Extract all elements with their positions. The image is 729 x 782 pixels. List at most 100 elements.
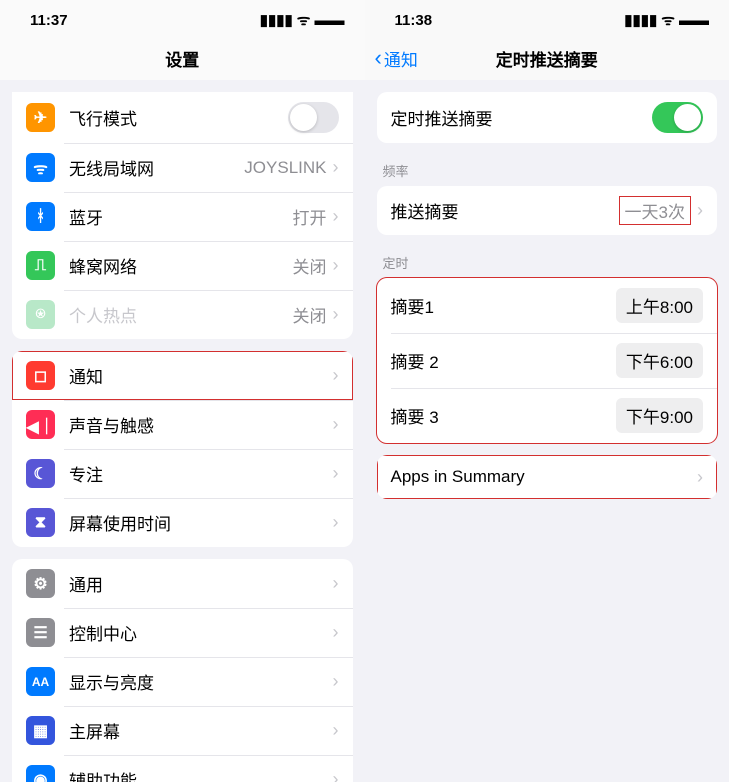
cell-value: 打开: [293, 204, 327, 229]
nav-title: 设置: [165, 46, 199, 71]
wifi-icon: ᯤ: [661, 10, 675, 30]
time-value[interactable]: 下午9:00: [616, 398, 703, 433]
sound-icon: ◀︎｜: [26, 410, 55, 439]
cell-label: 蓝牙: [69, 204, 293, 229]
summary-toggle-section: 定时推送摘要: [365, 92, 729, 143]
back-button[interactable]: ‹ 通知: [375, 46, 418, 71]
hotspot-icon: ⍟: [26, 300, 55, 329]
control-center-icon: ☰: [26, 618, 55, 647]
chevron-left-icon: ‹: [375, 47, 382, 69]
battery-icon: ▬▬: [679, 12, 709, 29]
cell-value: JOYSLINK: [244, 158, 326, 178]
chevron-right-icon: ›: [333, 304, 339, 325]
cell-accessibility[interactable]: ◉ 辅助功能 ›: [12, 755, 353, 782]
cell-label: 声音与触感: [69, 412, 333, 437]
airplane-icon: ✈: [26, 103, 55, 132]
status-time: 11:37: [30, 12, 68, 29]
scheduled-summary-screen: 11:38 ▮▮▮▮ ᯤ ▬▬ ‹ 通知 定时推送摘要 定时推送摘要 频率 推送…: [365, 0, 729, 782]
cell-label: 摘要 2: [391, 348, 616, 373]
chevron-right-icon: ›: [333, 463, 339, 484]
wifi-icon: ᯤ: [26, 153, 55, 182]
cell-label: 通知: [69, 363, 333, 388]
wifi-icon: ᯤ: [297, 10, 311, 30]
settings-group-attention: ◻ 通知 › ◀︎｜ 声音与触感 › ☾ 专注 › ⧗ 屏幕使用时间 ›: [0, 351, 365, 547]
bluetooth-icon: ᚼ: [26, 202, 55, 231]
cell-value: 关闭: [293, 302, 327, 327]
cell-notifications[interactable]: ◻ 通知 ›: [12, 351, 353, 400]
cell-general[interactable]: ⚙ 通用 ›: [12, 559, 353, 608]
battery-icon: ▬▬: [315, 12, 345, 29]
cell-label: 蜂窝网络: [69, 253, 293, 278]
frequency-value: 一天3次: [619, 196, 691, 225]
cell-apps-in-summary[interactable]: Apps in Summary ›: [377, 455, 718, 499]
cell-wifi[interactable]: ᯤ 无线局域网 JOYSLINK ›: [12, 143, 353, 192]
cell-label: 显示与亮度: [69, 669, 333, 694]
frequency-section: 频率 推送摘要 一天3次 ›: [365, 155, 729, 235]
status-indicators: ▮▮▮▮ ᯤ ▬▬: [260, 10, 345, 30]
schedule-section: 定时 摘要1 上午8:00 摘要 2 下午6:00 摘要 3 下午9:00: [365, 247, 729, 443]
cell-label: 定时推送摘要: [391, 105, 653, 130]
cell-airplane-mode[interactable]: ✈ 飞行模式: [12, 92, 353, 143]
settings-screen: 11:37 ▮▮▮▮ ᯤ ▬▬ 设置 ✈ 飞行模式 ᯤ 无线局域网 JOYSLI…: [0, 0, 365, 782]
cell-cellular[interactable]: ⎍ 蜂窝网络 关闭 ›: [12, 241, 353, 290]
accessibility-icon: ◉: [26, 765, 55, 782]
signal-icon: ▮▮▮▮: [260, 11, 293, 29]
chevron-right-icon: ›: [333, 769, 339, 782]
cell-label: 主屏幕: [69, 718, 333, 743]
cell-group: ⚙ 通用 › ☰ 控制中心 › AA 显示与亮度 › ▦ 主屏幕 › ◉ 辅助功: [12, 559, 353, 782]
status-bar: 11:37 ▮▮▮▮ ᯤ ▬▬: [0, 0, 365, 36]
time-value[interactable]: 下午6:00: [616, 343, 703, 378]
cell-label: 屏幕使用时间: [69, 510, 333, 535]
cell-bluetooth[interactable]: ᚼ 蓝牙 打开 ›: [12, 192, 353, 241]
schedule-group: 摘要1 上午8:00 摘要 2 下午6:00 摘要 3 下午9:00: [377, 278, 718, 443]
chevron-right-icon: ›: [333, 414, 339, 435]
cell-display[interactable]: AA 显示与亮度 ›: [12, 657, 353, 706]
cell-label: 控制中心: [69, 620, 333, 645]
cell-focus[interactable]: ☾ 专注 ›: [12, 449, 353, 498]
nav-title: 定时推送摘要: [496, 46, 598, 71]
cell-label: 辅助功能: [69, 767, 333, 782]
cell-group: ✈ 飞行模式 ᯤ 无线局域网 JOYSLINK › ᚼ 蓝牙 打开 › ⎍ 蜂窝…: [12, 92, 353, 339]
home-screen-icon: ▦: [26, 716, 55, 745]
gear-icon: ⚙: [26, 569, 55, 598]
cell-control-center[interactable]: ☰ 控制中心 ›: [12, 608, 353, 657]
chevron-right-icon: ›: [697, 467, 703, 488]
cell-group: Apps in Summary ›: [377, 455, 718, 499]
summary-toggle[interactable]: [652, 102, 703, 133]
screentime-icon: ⧗: [26, 508, 55, 537]
cell-schedule-2[interactable]: 摘要 2 下午6:00: [377, 333, 718, 388]
cell-sound[interactable]: ◀︎｜ 声音与触感 ›: [12, 400, 353, 449]
status-bar: 11:38 ▮▮▮▮ ᯤ ▬▬: [365, 0, 729, 36]
chevron-right-icon: ›: [333, 671, 339, 692]
cell-frequency[interactable]: 推送摘要 一天3次 ›: [377, 186, 718, 235]
cell-label: 个人热点: [69, 302, 293, 327]
cell-group: 推送摘要 一天3次 ›: [377, 186, 718, 235]
cell-label: 通用: [69, 571, 333, 596]
chevron-right-icon: ›: [333, 720, 339, 741]
signal-icon: ▮▮▮▮: [624, 11, 657, 29]
cell-label: 推送摘要: [391, 198, 619, 223]
time-value[interactable]: 上午8:00: [616, 288, 703, 323]
section-header: 频率: [365, 155, 729, 186]
cell-home-screen[interactable]: ▦ 主屏幕 ›: [12, 706, 353, 755]
chevron-right-icon: ›: [333, 255, 339, 276]
cell-hotspot[interactable]: ⍟ 个人热点 关闭 ›: [12, 290, 353, 339]
nav-bar: 设置: [0, 36, 365, 80]
status-time: 11:38: [395, 12, 433, 29]
section-header: 定时: [365, 247, 729, 278]
cell-label: 摘要1: [391, 293, 616, 318]
cell-schedule-3[interactable]: 摘要 3 下午9:00: [377, 388, 718, 443]
chevron-right-icon: ›: [333, 622, 339, 643]
cell-schedule-1[interactable]: 摘要1 上午8:00: [377, 278, 718, 333]
chevron-right-icon: ›: [333, 157, 339, 178]
chevron-right-icon: ›: [333, 206, 339, 227]
cell-screentime[interactable]: ⧗ 屏幕使用时间 ›: [12, 498, 353, 547]
airplane-toggle[interactable]: [288, 102, 339, 133]
cell-label: 飞行模式: [69, 105, 288, 130]
cell-summary-toggle[interactable]: 定时推送摘要: [377, 92, 718, 143]
cell-group: ◻ 通知 › ◀︎｜ 声音与触感 › ☾ 专注 › ⧗ 屏幕使用时间 ›: [12, 351, 353, 547]
notifications-icon: ◻: [26, 361, 55, 390]
cell-group: 定时推送摘要: [377, 92, 718, 143]
display-icon: AA: [26, 667, 55, 696]
settings-group-general: ⚙ 通用 › ☰ 控制中心 › AA 显示与亮度 › ▦ 主屏幕 › ◉ 辅助功: [0, 559, 365, 782]
